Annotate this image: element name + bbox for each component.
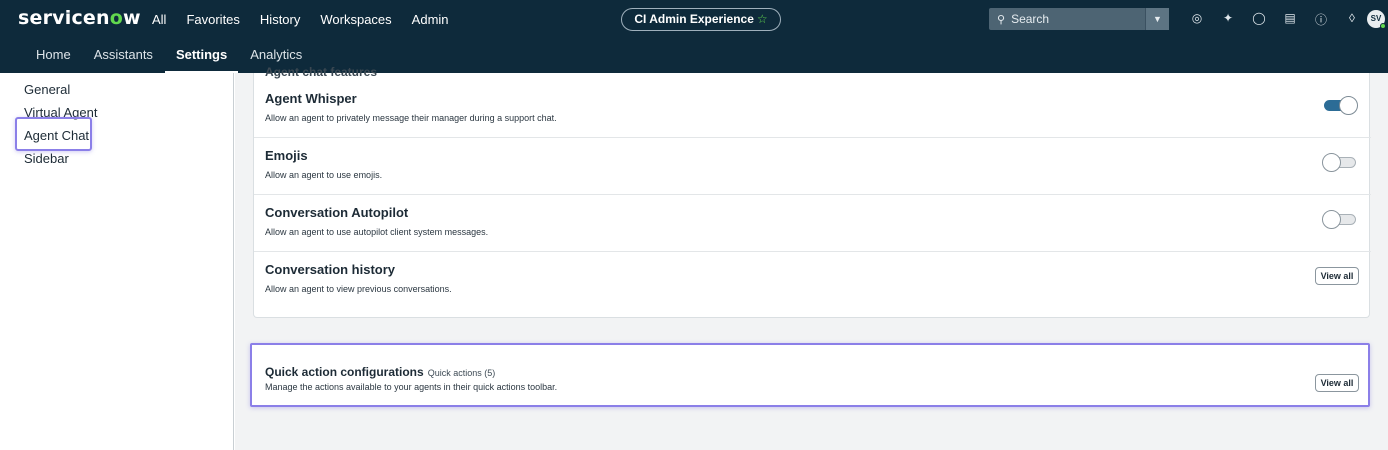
sub-nav: Home Assistants Settings Analytics [36,47,325,73]
agent-whisper-toggle[interactable] [1322,95,1358,115]
favorite-star-icon[interactable]: ☆ [757,12,768,26]
nav-history[interactable]: History [260,12,300,27]
nav-all[interactable]: All [152,12,166,27]
context-pill-label: CI Admin Experience [634,12,754,26]
setting-description: Allow an agent to privately message thei… [265,113,557,123]
selection-highlight [15,117,92,151]
quick-action-configurations-card: Quick action configurations Quick actions… [250,343,1370,407]
nav-favorites[interactable]: Favorites [186,12,239,27]
global-search[interactable]: ⚲ Search ▼ [989,8,1169,30]
setting-description: Allow an agent to use autopilot client s… [265,227,489,237]
quick-actions-view-all-button[interactable]: View all [1315,374,1359,392]
setting-title: Conversation Autopilot [265,205,409,220]
setting-description: Allow an agent to use emojis. [265,170,383,180]
chat-icon[interactable]: ◯ [1248,11,1270,28]
main-nav: All Favorites History Workspaces Admin [152,12,469,27]
tab-assistants[interactable]: Assistants [94,47,153,62]
avatar[interactable]: SV [1367,10,1386,29]
nav-admin[interactable]: Admin [412,12,449,27]
header-icons: ◎ ✦ ◯ ▤ ⓘ ◊ [1186,11,1372,28]
setting-title: Conversation history [265,262,396,277]
globe-icon[interactable]: ◎ [1186,11,1208,28]
setting-description: Allow an agent to view previous conversa… [265,284,452,294]
setting-title: Emojis [265,148,308,163]
settings-sidebar: General Virtual Agent Agent Chat Sidebar [0,73,234,450]
nav-workspaces[interactable]: Workspaces [320,12,391,27]
quick-actions-count: Quick actions (5) [427,368,496,378]
section-title: Agent chat features [265,65,378,79]
top-header: servicenow All Favorites History Workspa… [0,0,1388,73]
search-icon: ⚲ [997,14,1006,26]
status-dot [1380,23,1386,29]
help-icon[interactable]: ⓘ [1310,11,1332,28]
tab-home[interactable]: Home [36,47,71,62]
servicenow-logo[interactable]: servicenow [18,7,141,29]
quick-actions-title: Quick action configurations Quick actions… [265,365,496,379]
main-content: Agent chat features Agent Whisper Allow … [235,65,1388,450]
sidebar-item-sidebar[interactable]: Sidebar [24,151,69,166]
sidebar-item-general[interactable]: General [24,82,70,97]
inbox-icon[interactable]: ▤ [1279,11,1301,28]
bell-icon[interactable]: ◊ [1341,11,1363,28]
quick-actions-description: Manage the actions available to your age… [265,382,558,392]
search-scope-dropdown[interactable]: ▼ [1145,8,1169,30]
setting-row-conversation-history: Conversation history Allow an agent to v… [254,252,1371,309]
setting-row-agent-whisper: Agent Whisper Allow an agent to privatel… [254,81,1371,138]
context-pill[interactable]: CI Admin Experience ☆ [621,8,781,31]
agent-chat-features-card: Agent chat features Agent Whisper Allow … [253,65,1371,318]
sparkle-icon[interactable]: ✦ [1217,11,1239,28]
tab-settings[interactable]: Settings [164,47,239,73]
setting-title: Agent Whisper [265,91,357,106]
setting-row-emojis: Emojis Allow an agent to use emojis. [254,138,1371,195]
conversation-history-view-all-button[interactable]: View all [1315,267,1359,285]
conversation-autopilot-toggle[interactable] [1322,209,1358,229]
tab-analytics[interactable]: Analytics [250,47,302,62]
setting-row-conversation-autopilot: Conversation Autopilot Allow an agent to… [254,195,1371,252]
search-placeholder: Search [1011,12,1050,26]
emojis-toggle[interactable] [1322,152,1358,172]
